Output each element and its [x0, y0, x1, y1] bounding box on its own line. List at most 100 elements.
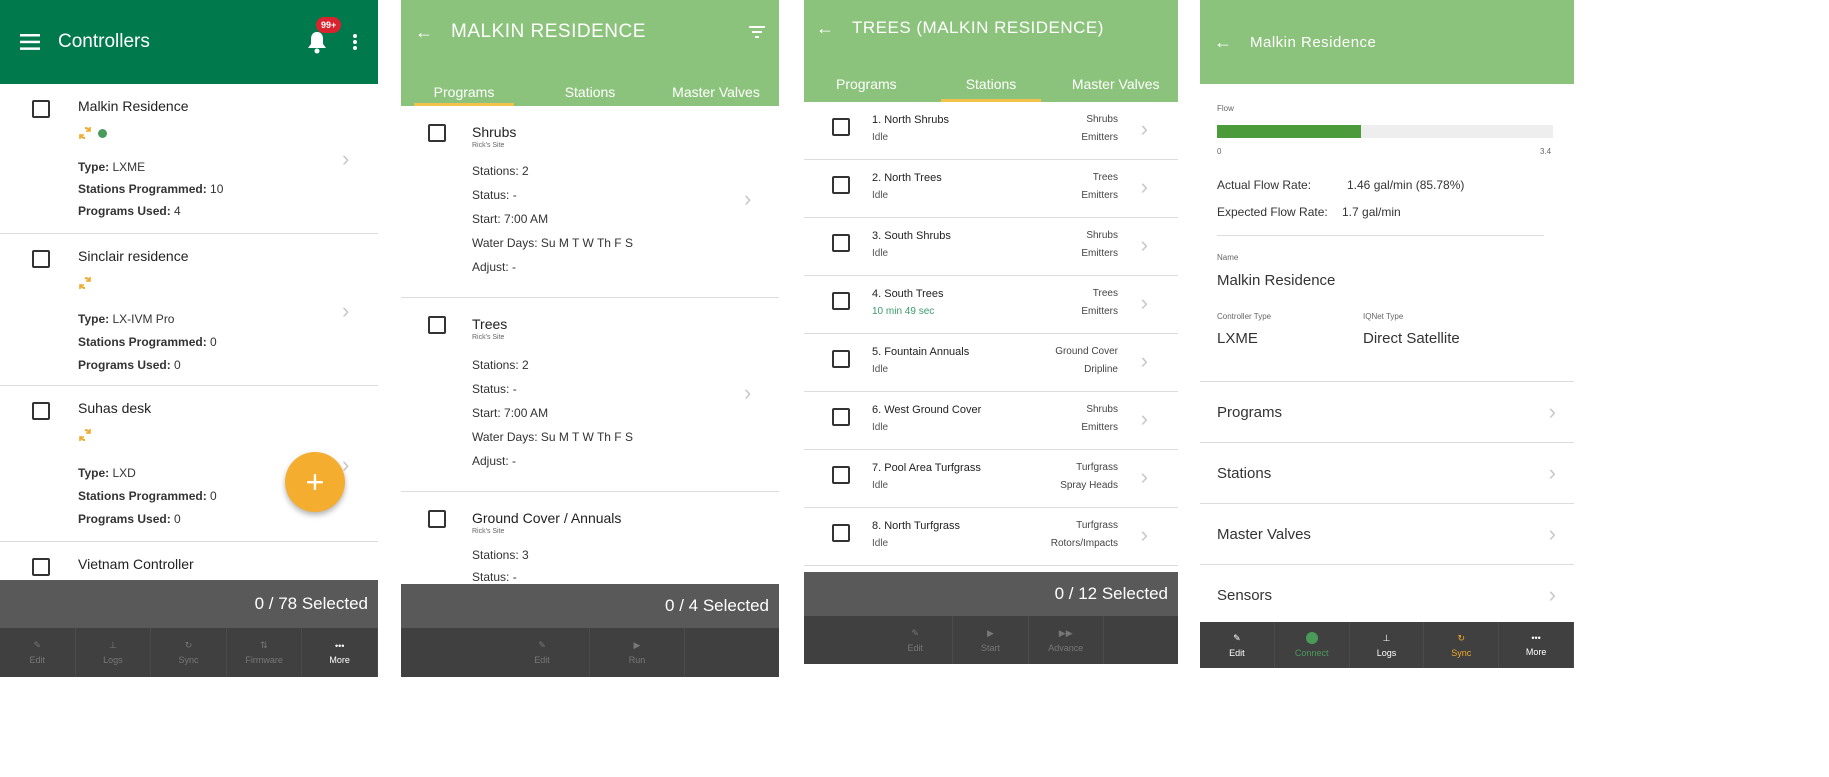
row-checkbox[interactable] [32, 558, 50, 576]
program-row[interactable]: Shrubs Rick's Site Stations: 2 Status: -… [401, 106, 779, 298]
station-status: Idle [872, 132, 889, 143]
row-checkbox[interactable] [428, 510, 446, 528]
station-row[interactable]: 7. Pool Area Turfgrass Idle Turfgrass Sp… [804, 450, 1178, 508]
actual-flow-rate: 1.46 gal/min (85.78%) [1347, 178, 1465, 192]
station-row[interactable]: 5. Fountain Annuals Idle Ground Cover Dr… [804, 334, 1178, 392]
row-checkbox[interactable] [428, 124, 446, 142]
row-checkbox[interactable] [32, 100, 50, 118]
add-controller-button[interactable]: + [285, 452, 345, 512]
programs-used: 0 [174, 512, 181, 526]
advance-button[interactable]: ▶▶ Advance [1029, 616, 1104, 664]
station-row[interactable]: 8. North Turfgrass Idle Turfgrass Rotors… [804, 508, 1178, 566]
station-name: 5. Fountain Annuals [872, 346, 970, 358]
station-row[interactable]: 6. West Ground Cover Idle Shrubs Emitter… [804, 392, 1178, 450]
connected-status-icon [98, 128, 107, 138]
plant-type: Turfgrass [1076, 462, 1118, 473]
sync-button[interactable]: ↻ Sync [151, 628, 227, 677]
filter-icon[interactable] [749, 26, 765, 38]
firmware-button[interactable]: ⇅ Firmware [227, 628, 303, 677]
action-toolbar: ✎ Edit ▶ Run [401, 628, 779, 677]
row-checkbox[interactable] [832, 466, 850, 484]
station-name: 6. West Ground Cover [872, 404, 982, 416]
station-name: 1. North Shrubs [872, 114, 950, 126]
row-checkbox[interactable] [832, 118, 850, 136]
more-button[interactable]: ••• More [302, 628, 378, 677]
row-checkbox[interactable] [832, 176, 850, 194]
programs-nav-row[interactable]: Programs › [1200, 381, 1574, 442]
menu-icon[interactable] [20, 34, 40, 50]
water-days: Su M T W Th F S [540, 236, 633, 250]
tab-programs[interactable]: Programs [401, 64, 527, 106]
more-button[interactable]: ••• More [1499, 622, 1574, 668]
row-checkbox[interactable] [428, 316, 446, 334]
controller-type-label: Controller Type [1217, 312, 1272, 321]
station-row[interactable]: 4. South Trees 10 min 49 sec Trees Emitt… [804, 276, 1178, 334]
program-name: Shrubs [472, 124, 517, 140]
programs-used-label: Programs Used: [78, 512, 171, 526]
start-button[interactable]: ▶ Start [953, 616, 1029, 664]
tab-stations[interactable]: Stations [527, 64, 653, 106]
back-arrow-icon[interactable]: ← [816, 18, 834, 39]
controller-type: LX-IVM Pro [112, 312, 175, 326]
bell-icon [308, 32, 326, 54]
sync-icon: ↻ [1457, 632, 1466, 643]
tab-master-valves[interactable]: Master Valves [653, 64, 779, 106]
logs-button[interactable]: ⊥ Logs [1350, 622, 1425, 668]
row-checkbox[interactable] [832, 524, 850, 542]
row-checkbox[interactable] [832, 292, 850, 310]
water-days-label: Water Days: [472, 236, 538, 250]
controller-row[interactable]: Malkin Residence Type: LXME Stations Pro… [0, 84, 378, 234]
row-checkbox[interactable] [32, 250, 50, 268]
row-checkbox[interactable] [832, 350, 850, 368]
sprinkler-type: Emitters [1081, 306, 1118, 317]
sprinkler-type: Emitters [1081, 132, 1118, 143]
edit-button[interactable]: ✎ Edit [0, 628, 76, 677]
actual-flow-label: Actual Flow Rate: [1217, 178, 1312, 192]
controller-row[interactable]: Vietnam Controller [0, 542, 378, 582]
more-vert-icon[interactable] [352, 33, 358, 51]
chevron-right-icon: › [1548, 399, 1556, 424]
chevron-right-icon: › [1140, 406, 1148, 431]
run-button[interactable]: ▶ Run [590, 628, 685, 677]
expected-flow-label: Expected Flow Rate: [1217, 205, 1328, 219]
edit-button[interactable]: ✎ Edit [1200, 622, 1275, 668]
station-row[interactable]: 1. North Shrubs Idle Shrubs Emitters › [804, 102, 1178, 160]
sync-button[interactable]: ↻ Sync [1424, 622, 1500, 668]
row-checkbox[interactable] [832, 408, 850, 426]
back-arrow-icon[interactable]: ← [415, 22, 433, 43]
row-checkbox[interactable] [832, 234, 850, 252]
stations-nav-row[interactable]: Stations › [1200, 442, 1574, 503]
programs-screen: ← MALKIN RESIDENCE Programs Stations Mas… [401, 0, 779, 777]
station-row[interactable]: 3. South Shrubs Idle Shrubs Emitters › [804, 218, 1178, 276]
connect-button[interactable]: Connect [1275, 622, 1350, 668]
adjust-label: Adjust: [472, 454, 509, 468]
tab-bar: Programs Stations Master Valves [804, 56, 1178, 102]
station-name: 2. North Trees [872, 172, 942, 184]
sensors-nav-row[interactable]: Sensors › [1200, 564, 1574, 625]
back-arrow-icon[interactable]: ← [1214, 32, 1232, 53]
tab-stations[interactable]: Stations [929, 56, 1054, 102]
app-bar: ← Malkin Residence [1200, 0, 1574, 84]
edit-label: Edit [907, 642, 924, 653]
row-checkbox[interactable] [32, 402, 50, 420]
sync-icon [79, 428, 91, 442]
chevron-right-icon: › [1548, 460, 1556, 485]
tab-bar: Programs Stations Master Valves [401, 64, 779, 106]
edit-button[interactable]: ✎ Edit [495, 628, 590, 677]
stations-label: Stations: [472, 164, 519, 178]
chevron-right-icon: › [744, 380, 752, 405]
tab-programs[interactable]: Programs [804, 56, 929, 102]
logs-button[interactable]: ⊥ Logs [76, 628, 152, 677]
sprinkler-type: Rotors/Impacts [1050, 538, 1118, 549]
programs-used: 4 [174, 204, 181, 218]
edit-button[interactable]: ✎ Edit [878, 616, 954, 664]
notifications-button[interactable]: 99+ [304, 17, 342, 55]
tab-master-valves[interactable]: Master Valves [1053, 56, 1178, 102]
controller-row[interactable]: Sinclair residence Type: LX-IVM Pro Stat… [0, 234, 378, 386]
program-row[interactable]: Trees Rick's Site Stations: 2 Status: - … [401, 298, 779, 492]
station-row[interactable]: 2. North Trees Idle Trees Emitters › [804, 160, 1178, 218]
sync-label: Sync [178, 655, 199, 665]
controller-type: LXME [1217, 330, 1258, 347]
master-valves-nav-row[interactable]: Master Valves › [1200, 503, 1574, 564]
program-row[interactable]: Ground Cover / Annuals Rick's Site Stati… [401, 492, 779, 584]
